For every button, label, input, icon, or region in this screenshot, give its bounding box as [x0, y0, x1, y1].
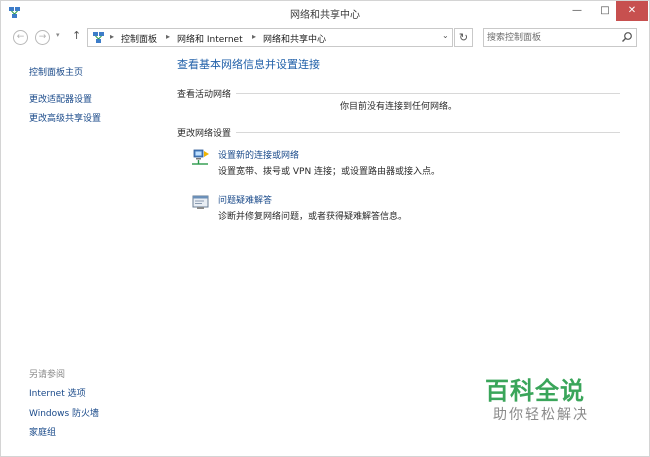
maximize-button[interactable]: □ [591, 1, 619, 21]
see-also-internet-options[interactable]: Internet 选项 [29, 386, 86, 399]
troubleshoot-link[interactable]: 问题疑难解答 [218, 193, 272, 206]
setup-connection-link[interactable]: 设置新的连接或网络 [218, 148, 299, 161]
search-input[interactable] [487, 31, 615, 44]
address-bar[interactable]: ▸ 控制面板 ▸ 网络和 Internet ▸ 网络和共享中心 ⌄ [87, 28, 453, 47]
title-bar: 网络和共享中心 — □ ✕ [1, 1, 649, 25]
sidebar-item-change-adapter-settings[interactable]: 更改适配器设置 [29, 92, 92, 105]
recent-locations-chevron-icon[interactable]: ▾ [56, 31, 60, 39]
window: 网络和共享中心 — □ ✕ ← → ▾ ↑ ▸ 控制面板 ▸ 网络和 Inter… [0, 0, 650, 457]
watermark-slogan: 助你轻松解决 [493, 407, 589, 423]
back-arrow-icon[interactable]: ← [13, 30, 28, 45]
no-connection-message: 你目前没有连接到任何网络。 [339, 102, 457, 112]
navigation-bar: ← → ▾ ↑ ▸ 控制面板 ▸ 网络和 Internet ▸ 网络和共享中心 … [1, 26, 649, 50]
refresh-icon[interactable]: ↻ [454, 28, 473, 47]
see-also-homegroup[interactable]: 家庭组 [29, 425, 56, 438]
change-settings-label: 更改网络设置 [177, 126, 237, 139]
page-title: 查看基本网络信息并设置连接 [177, 58, 320, 71]
sidebar-item-advanced-sharing[interactable]: 更改高级共享设置 [29, 111, 101, 124]
close-button[interactable]: ✕ [616, 1, 648, 21]
window-title: 网络和共享中心 [290, 10, 360, 21]
up-arrow-icon[interactable]: ↑ [72, 29, 81, 42]
breadcrumb-separator-icon[interactable]: ▸ [166, 32, 170, 41]
sidebar-item-control-panel-home[interactable]: 控制面板主页 [29, 65, 83, 78]
troubleshoot-icon [192, 195, 209, 209]
control-panel-icon [93, 32, 104, 43]
network-setup-icon [192, 149, 209, 165]
change-settings-section: 更改网络设置 [177, 126, 620, 140]
watermark-brand: 百科全说 [485, 377, 585, 405]
search-box[interactable] [483, 28, 637, 47]
see-also-windows-firewall[interactable]: Windows 防火墙 [29, 406, 99, 419]
breadcrumb-separator-icon[interactable]: ▸ [110, 32, 114, 41]
forward-arrow-icon[interactable]: → [35, 30, 50, 45]
task-troubleshoot: 问题疑难解答 诊断并修复网络问题，或者获得疑难解答信息。 [191, 192, 611, 226]
section-divider [177, 132, 620, 133]
search-icon[interactable] [621, 31, 633, 43]
minimize-button[interactable]: — [563, 1, 591, 21]
breadcrumb-control-panel[interactable]: 控制面板 [121, 32, 157, 45]
see-also-heading: 另请参阅 [29, 370, 66, 380]
address-dropdown-icon[interactable]: ⌄ [442, 31, 449, 40]
setup-connection-description: 设置宽带、拨号或 VPN 连接；或设置路由器或接入点。 [218, 167, 441, 177]
breadcrumb-network-sharing-center[interactable]: 网络和共享中心 [263, 32, 326, 45]
task-setup-connection: 设置新的连接或网络 设置宽带、拨号或 VPN 连接；或设置路由器或接入点。 [191, 147, 611, 181]
troubleshoot-description: 诊断并修复网络问题，或者获得疑难解答信息。 [218, 212, 408, 222]
breadcrumb-separator-icon[interactable]: ▸ [252, 32, 256, 41]
section-divider [177, 93, 620, 94]
breadcrumb-network-internet[interactable]: 网络和 Internet [177, 32, 243, 45]
left-pane: 控制面板主页 更改适配器设置 更改高级共享设置 另请参阅 Internet 选项… [1, 51, 161, 456]
